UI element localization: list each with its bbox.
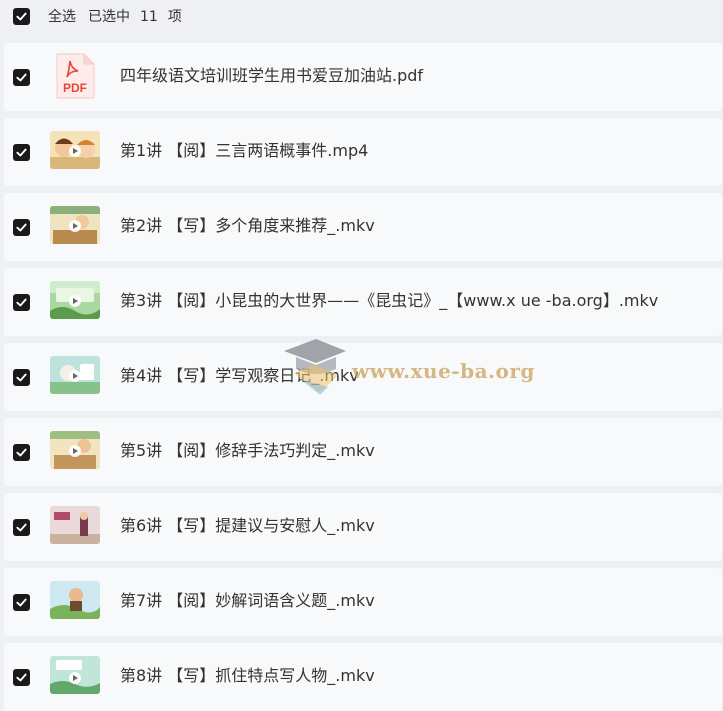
check-icon <box>16 223 27 232</box>
file-row[interactable]: 第4讲 【写】学写观察日记_.mkv <box>4 343 722 411</box>
file-row[interactable]: 第6讲 【写】提建议与安慰人_.mkv <box>4 493 722 561</box>
check-icon <box>16 523 27 532</box>
check-icon <box>16 598 27 607</box>
selected-label: 已选中 <box>88 9 130 25</box>
file-name: 四年级语文培训班学生用书爱豆加油站.pdf <box>120 66 424 85</box>
file-name: 第4讲 【写】学写观察日记_.mkv <box>120 366 359 385</box>
video-thumbnail <box>50 206 100 244</box>
selected-count: 11 <box>140 9 158 25</box>
file-row[interactable]: 第7讲 【阅】妙解词语含义题_.mkv <box>4 568 722 636</box>
file-name: 第7讲 【阅】妙解词语含义题_.mkv <box>120 591 375 610</box>
row-checkbox[interactable] <box>13 594 30 611</box>
row-checkbox[interactable] <box>13 219 30 236</box>
video-thumbnail <box>50 581 100 619</box>
file-row[interactable]: 第2讲 【写】多个角度来推荐_.mkv <box>4 193 722 261</box>
file-name: 第8讲 【写】抓住特点写人物_.mkv <box>120 666 375 685</box>
file-row[interactable]: 第5讲 【阅】修辞手法巧判定_.mkv <box>4 418 722 486</box>
check-icon <box>16 12 27 21</box>
check-icon <box>16 73 27 82</box>
row-checkbox[interactable] <box>13 369 30 386</box>
video-thumbnail <box>50 656 100 694</box>
selection-header: 全选 已选中 11 项 <box>0 0 723 34</box>
file-row[interactable]: PDF 四年级语文培训班学生用书爱豆加油站.pdf <box>4 43 722 111</box>
file-name: 第3讲 【阅】小昆虫的大世界——《昆虫记》_【www.x ue -ba.org】… <box>120 291 659 310</box>
video-thumbnail <box>50 356 100 394</box>
unit-label: 项 <box>167 9 182 25</box>
row-checkbox[interactable] <box>13 519 30 536</box>
video-thumbnail <box>50 281 100 319</box>
file-row[interactable]: 第8讲 【写】抓住特点写人物_.mkv <box>4 643 722 711</box>
select-all-checkbox[interactable] <box>13 8 30 25</box>
video-thumbnail <box>50 131 100 169</box>
check-icon <box>16 148 27 157</box>
file-row[interactable]: 第3讲 【阅】小昆虫的大世界——《昆虫记》_【www.x ue -ba.org】… <box>4 268 722 336</box>
pdf-file-icon: PDF <box>54 52 96 100</box>
video-thumbnail <box>50 506 100 544</box>
check-icon <box>16 673 27 682</box>
row-checkbox[interactable] <box>13 444 30 461</box>
check-icon <box>16 448 27 457</box>
file-name: 第6讲 【写】提建议与安慰人_.mkv <box>120 516 375 535</box>
row-checkbox[interactable] <box>13 69 30 86</box>
file-name: 第5讲 【阅】修辞手法巧判定_.mkv <box>120 441 375 460</box>
file-name: 第2讲 【写】多个角度来推荐_.mkv <box>120 216 375 235</box>
check-icon <box>16 373 27 382</box>
check-icon <box>16 298 27 307</box>
video-thumbnail <box>50 431 100 469</box>
file-row[interactable]: 第1讲 【阅】三言两语概事件.mp4 <box>4 118 722 186</box>
row-checkbox[interactable] <box>13 669 30 686</box>
select-all-label[interactable]: 全选 <box>48 8 76 26</box>
row-checkbox[interactable] <box>13 294 30 311</box>
file-name: 第1讲 【阅】三言两语概事件.mp4 <box>120 141 369 160</box>
svg-text:PDF: PDF <box>63 81 87 95</box>
row-checkbox[interactable] <box>13 144 30 161</box>
